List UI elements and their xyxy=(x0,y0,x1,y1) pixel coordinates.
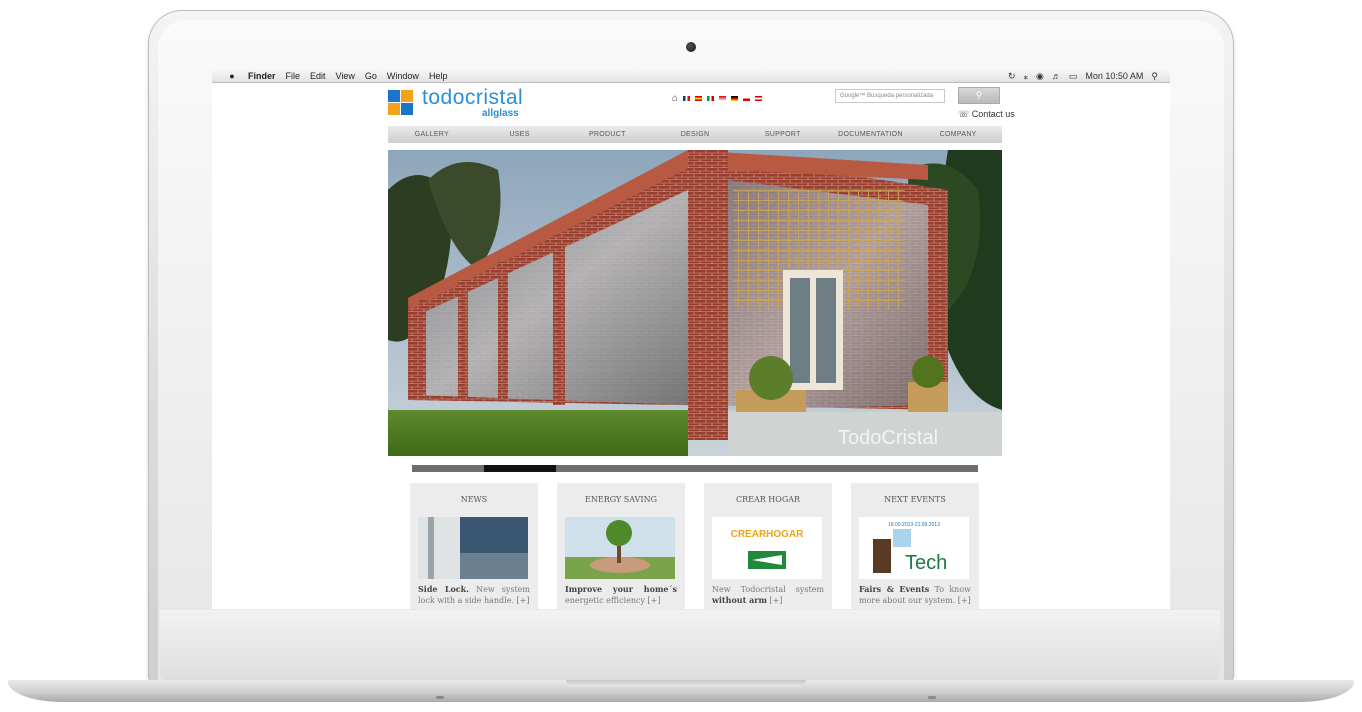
menu-edit[interactable]: Edit xyxy=(310,71,326,81)
menu-go[interactable]: Go xyxy=(365,71,377,81)
menu-help[interactable]: Help xyxy=(429,71,448,81)
nav-product[interactable]: PRODUCT xyxy=(563,131,651,138)
menubar-clock[interactable]: Mon 10:50 AM xyxy=(1085,71,1143,81)
crear-hogar-logo-text: CREARHOGAR xyxy=(731,529,805,540)
card-energy-text: Improve your home´s energetic efficiency… xyxy=(565,584,677,606)
card-crear-hogar-headline: without arm xyxy=(712,595,767,605)
card-news-text: Side Lock. New system lock with a side h… xyxy=(418,584,530,606)
laptop-foot xyxy=(928,696,936,699)
laptop-lid-notch xyxy=(566,680,806,687)
nav-documentation[interactable]: DOCUMENTATION xyxy=(827,131,915,138)
card-news[interactable]: NEWS Side Lock. New system lock with a s… xyxy=(410,483,538,609)
bluetooth-icon[interactable]: ⁎ xyxy=(1023,71,1028,82)
card-crear-hogar-more: [+] xyxy=(769,596,783,605)
nav-design[interactable]: DESIGN xyxy=(651,131,739,138)
contact-us-link[interactable]: ☏ Contact us xyxy=(958,109,1015,120)
event-logo-text: Tech xyxy=(905,552,947,574)
apple-menu-icon[interactable]: ● xyxy=(226,71,238,81)
webcam xyxy=(686,42,696,52)
spotlight-search-icon[interactable]: ⚲ xyxy=(1151,71,1158,82)
laptop-bezel-chin xyxy=(160,610,1220,680)
nav-uses[interactable]: USES xyxy=(476,131,564,138)
slideshow-progress-bar[interactable] xyxy=(412,465,978,472)
menubar-status-area: ↻ ⁎ ◉ ♬ ▭ Mon 10:50 AM ⚲ xyxy=(1008,71,1158,82)
card-news-image[interactable] xyxy=(418,517,528,579)
card-title: ENERGY SAVING xyxy=(585,495,657,504)
nav-support[interactable]: SUPPORT xyxy=(739,131,827,138)
hero-slideshow-image[interactable]: TodoCristal xyxy=(388,150,1002,456)
card-news-headline: Side Lock. xyxy=(418,584,469,594)
flag-polish-icon[interactable] xyxy=(743,96,751,101)
time-machine-icon[interactable]: ↻ xyxy=(1008,71,1016,82)
language-selector: ⌂ xyxy=(672,93,763,104)
menu-finder[interactable]: Finder xyxy=(248,71,276,81)
logo-squares-icon xyxy=(388,90,414,116)
card-events-headline: Fairs & Events xyxy=(859,584,930,594)
card-events-text: Fairs & Events To know more about our sy… xyxy=(859,584,971,606)
flag-italian-icon[interactable] xyxy=(707,96,715,101)
card-energy-headline: Improve your home´s xyxy=(565,584,677,594)
card-next-events[interactable]: NEXT EVENTS 18.09.2013-21.09.2013 Tech F… xyxy=(851,483,979,609)
card-title: NEXT EVENTS xyxy=(884,495,946,504)
menu-file[interactable]: File xyxy=(286,71,301,81)
card-title: NEWS xyxy=(460,495,488,504)
wifi-icon[interactable]: ◉ xyxy=(1036,71,1044,82)
card-title: CREAR HOGAR xyxy=(735,495,801,504)
event-dates: 18.09.2013-21.09.2013 xyxy=(888,522,940,528)
battery-icon[interactable]: ▭ xyxy=(1069,71,1078,82)
card-energy-image[interactable] xyxy=(565,517,675,579)
site-search-input[interactable]: Google™ Búsqueda personalizada xyxy=(835,89,945,103)
card-crear-hogar-intro: New Todocristal system xyxy=(712,585,824,594)
menu-window[interactable]: Window xyxy=(387,71,419,81)
home-icon[interactable]: ⌂ xyxy=(672,93,678,104)
card-energy-saving[interactable]: ENERGY SAVING Improve your home´s energe… xyxy=(557,483,685,609)
logo-subtitle: allglass xyxy=(482,108,519,119)
phone-icon: ☏ xyxy=(958,109,970,119)
flag-german-icon[interactable] xyxy=(731,96,739,101)
nav-gallery[interactable]: GALLERY xyxy=(388,131,476,138)
card-crear-hogar[interactable]: CREAR HOGAR CREARHOGAR New Todocristal s… xyxy=(704,483,832,609)
volume-icon[interactable]: ♬ xyxy=(1052,71,1061,81)
nav-company[interactable]: COMPANY xyxy=(914,131,1002,138)
laptop-screen: ● Finder File Edit View Go Window Help ↻… xyxy=(212,70,1170,609)
flag-french-icon[interactable] xyxy=(683,96,691,101)
card-events-image[interactable]: 18.09.2013-21.09.2013 Tech xyxy=(859,517,969,579)
hero-watermark: TodoCristal xyxy=(838,427,938,449)
card-crear-hogar-text: New Todocristal system without arm [+] xyxy=(712,584,824,606)
contact-us-label: Contact us xyxy=(971,109,1015,119)
menu-view[interactable]: View xyxy=(336,71,355,81)
flag-other-icon[interactable] xyxy=(755,96,763,101)
main-nav: GALLERY USES PRODUCT DESIGN SUPPORT DOCU… xyxy=(388,126,1002,143)
flag-spanish-icon[interactable] xyxy=(695,96,703,101)
logo-wordmark: todocristal xyxy=(422,86,524,109)
mac-menubar: ● Finder File Edit View Go Window Help ↻… xyxy=(212,70,1170,83)
laptop-foot xyxy=(436,696,444,699)
card-crear-hogar-image[interactable]: CREARHOGAR xyxy=(712,517,822,579)
site-search-button[interactable]: ⚲ xyxy=(958,87,1000,104)
card-energy-body: energetic efficiency [+] xyxy=(565,596,661,605)
slideshow-indicator[interactable] xyxy=(484,465,556,472)
flag-english-icon[interactable] xyxy=(719,96,727,101)
